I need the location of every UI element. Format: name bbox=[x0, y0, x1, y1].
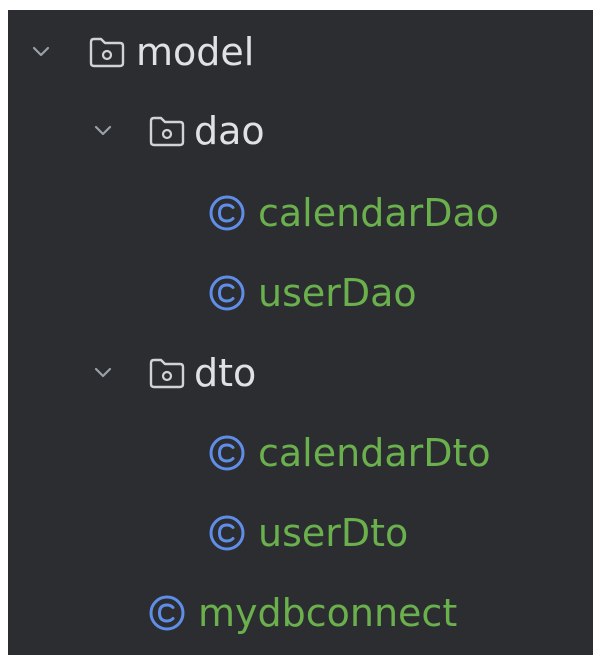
class-icon bbox=[208, 434, 246, 472]
package-folder-icon bbox=[148, 115, 186, 147]
chevron-down-icon[interactable] bbox=[92, 362, 114, 384]
tree-node-calendarDao[interactable]: calendarDao bbox=[8, 174, 593, 252]
chevron-down-icon[interactable] bbox=[92, 120, 114, 142]
tree-node-dao[interactable]: dao bbox=[8, 92, 593, 170]
tree-node-userDto[interactable]: userDto bbox=[8, 494, 593, 572]
tree-node-label: calendarDao bbox=[258, 191, 500, 235]
tree-node-label: mydbconnect bbox=[198, 591, 458, 635]
tree-node-mydbconnect[interactable]: mydbconnect bbox=[8, 574, 593, 652]
class-icon bbox=[208, 514, 246, 552]
class-icon bbox=[148, 594, 186, 632]
tree-node-label: dao bbox=[194, 109, 265, 153]
tree-node-label: model bbox=[136, 30, 255, 74]
package-folder-icon bbox=[148, 357, 186, 389]
tree-node-label: userDto bbox=[258, 511, 409, 555]
tree-node-calendarDto[interactable]: calendarDto bbox=[8, 414, 593, 492]
class-icon bbox=[208, 194, 246, 232]
tree-node-dto[interactable]: dto bbox=[8, 334, 593, 412]
tree-node-label: calendarDto bbox=[258, 431, 491, 475]
tree-node-model[interactable]: model bbox=[8, 13, 593, 91]
tree-node-label: userDao bbox=[258, 271, 417, 315]
tree-node-userDao[interactable]: userDao bbox=[8, 254, 593, 332]
package-folder-icon bbox=[88, 36, 126, 68]
class-icon bbox=[208, 274, 246, 312]
chevron-down-icon[interactable] bbox=[30, 41, 52, 63]
tree-node-label: dto bbox=[194, 351, 257, 395]
project-tree-panel: model dao calendarDao userDao dto calend… bbox=[8, 10, 593, 655]
